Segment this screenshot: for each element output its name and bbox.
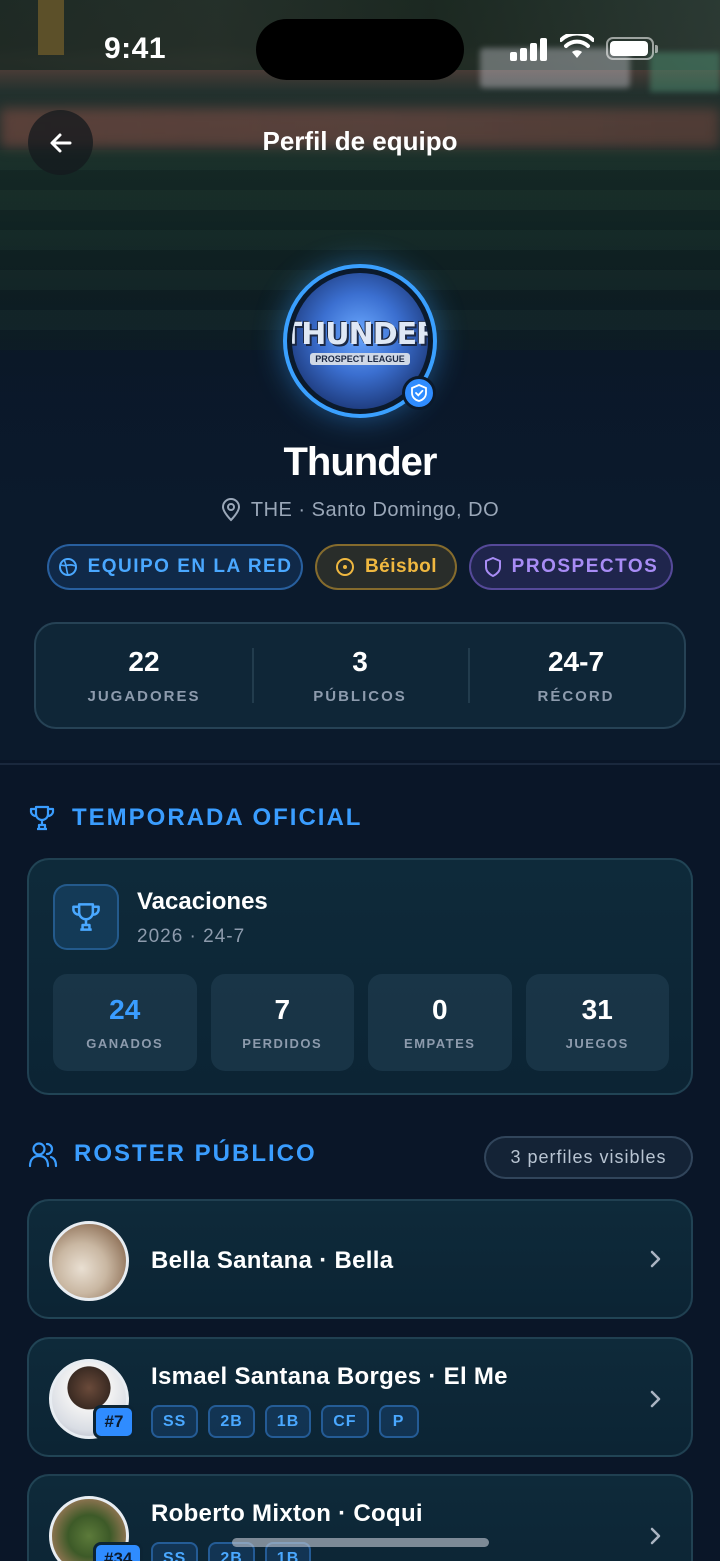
season-stat-value: 31: [581, 994, 613, 1025]
dynamic-island: [256, 19, 464, 80]
battery-icon: [606, 37, 658, 60]
season-stat-won: 24 GANADOS: [53, 974, 197, 1071]
season-section-header: TEMPORADA OFICIAL: [28, 804, 362, 832]
position-tag: 2B: [208, 1405, 255, 1438]
chevron-right-icon: [650, 1527, 661, 1545]
logo-text: THUNDER: [292, 317, 428, 352]
status-time: 9:41: [104, 32, 167, 65]
season-stat-lost: 7 PERDIDOS: [210, 974, 354, 1071]
season-section-title: TEMPORADA OFICIAL: [72, 804, 363, 831]
jersey-number-badge: #7: [93, 1405, 135, 1439]
section-divider: [0, 763, 720, 765]
roster-player-row[interactable]: Bella Santana · Bella: [27, 1199, 693, 1319]
season-stat-label: PERDIDOS: [242, 1036, 323, 1051]
season-stat-ties: 0 EMPATES: [368, 974, 512, 1071]
season-stat-label: EMPATES: [404, 1036, 476, 1051]
stat-value: 22: [128, 646, 160, 677]
season-trophy-icon: [53, 884, 119, 950]
chevron-right-icon: [650, 1250, 661, 1268]
roster-player-row[interactable]: #34 Roberto Mixton · Coqui SS 2B 1B: [27, 1474, 693, 1561]
season-stat-label: JUEGOS: [565, 1036, 629, 1051]
chip-sport-label: Béisbol: [364, 556, 438, 577]
chip-sport[interactable]: Béisbol: [315, 544, 457, 590]
season-stat-value: 7: [274, 994, 291, 1025]
wifi-icon: [560, 34, 594, 58]
location-text: THE · Santo Domingo, DO: [250, 498, 500, 521]
users-icon: [28, 1142, 58, 1168]
stat-label: JUGADORES: [87, 688, 201, 705]
position-tag: P: [378, 1405, 419, 1438]
chip-network-label: EQUIPO EN LA RED: [87, 556, 293, 577]
globe-icon: [58, 558, 77, 576]
stat-value: 24-7: [547, 646, 605, 677]
stat-public: 3 PÚBLICOS: [252, 624, 468, 727]
season-subtitle: 2026 · 24-7: [137, 926, 246, 947]
jersey-number-badge: #34: [93, 1542, 144, 1561]
location-pin-icon: [221, 498, 240, 522]
team-location: THE · Santo Domingo, DO: [0, 498, 720, 522]
position-tag: CF: [321, 1405, 369, 1438]
position-tag: 1B: [264, 1405, 312, 1438]
player-name: Ismael Santana Borges · El Me: [151, 1363, 508, 1390]
season-card[interactable]: Vacaciones 2026 · 24-7 24 GANADOS 7 PERD…: [27, 858, 693, 1095]
verified-shield-icon: [402, 376, 436, 410]
roster-section-header: ROSTER PÚBLICO: [28, 1140, 317, 1168]
season-stat-games: 31 JUEGOS: [525, 974, 669, 1071]
stat-label: RÉCORD: [537, 688, 615, 705]
season-stat-label: GANADOS: [86, 1036, 164, 1051]
position-tags: SS 2B 1B CF P: [151, 1405, 419, 1438]
season-stat-value: 24: [109, 994, 141, 1025]
shield-icon: [484, 557, 501, 577]
player-name: Roberto Mixton · Coqui: [151, 1500, 423, 1527]
stat-value: 3: [352, 646, 368, 677]
roster-section-title: ROSTER PÚBLICO: [74, 1140, 317, 1167]
season-name: Vacaciones: [137, 888, 268, 915]
chevron-right-icon: [650, 1390, 661, 1408]
season-stat-value: 0: [431, 994, 448, 1025]
stat-record: 24-7 RÉCORD: [468, 624, 684, 727]
home-indicator[interactable]: [232, 1538, 489, 1547]
logo-subtext: PROSPECT LEAGUE: [310, 353, 410, 365]
season-stats: 24 GANADOS 7 PERDIDOS 0 EMPATES 31 JUEGO…: [53, 974, 669, 1071]
team-stats-card: 22 JUGADORES 3 PÚBLICOS 24-7 RÉCORD: [34, 622, 686, 729]
position-tag: SS: [151, 1542, 199, 1561]
page-title: Perfil de equipo: [262, 126, 458, 156]
status-bar: 9:41: [0, 0, 720, 100]
chip-network[interactable]: EQUIPO EN LA RED: [47, 544, 303, 590]
chip-prospects[interactable]: PROSPECTOS: [469, 544, 673, 590]
team-chips: EQUIPO EN LA RED Béisbol PROSPECTOS: [0, 544, 720, 592]
position-tag: SS: [151, 1405, 199, 1438]
roster-player-row[interactable]: #7 Ismael Santana Borges · El Me SS 2B 1…: [27, 1337, 693, 1457]
avatar: [49, 1221, 129, 1301]
chip-prospects-label: PROSPECTOS: [511, 556, 659, 577]
team-name: Thunder: [283, 440, 438, 484]
cellular-signal-icon: [510, 37, 548, 61]
baseball-icon: [335, 558, 354, 576]
trophy-icon: [29, 805, 55, 831]
player-name: Bella Santana · Bella: [151, 1247, 394, 1274]
stat-label: PÚBLICOS: [313, 688, 407, 705]
stat-players: 22 JUGADORES: [36, 624, 252, 727]
visible-profiles-badge: 3 perfiles visibles: [484, 1136, 693, 1179]
